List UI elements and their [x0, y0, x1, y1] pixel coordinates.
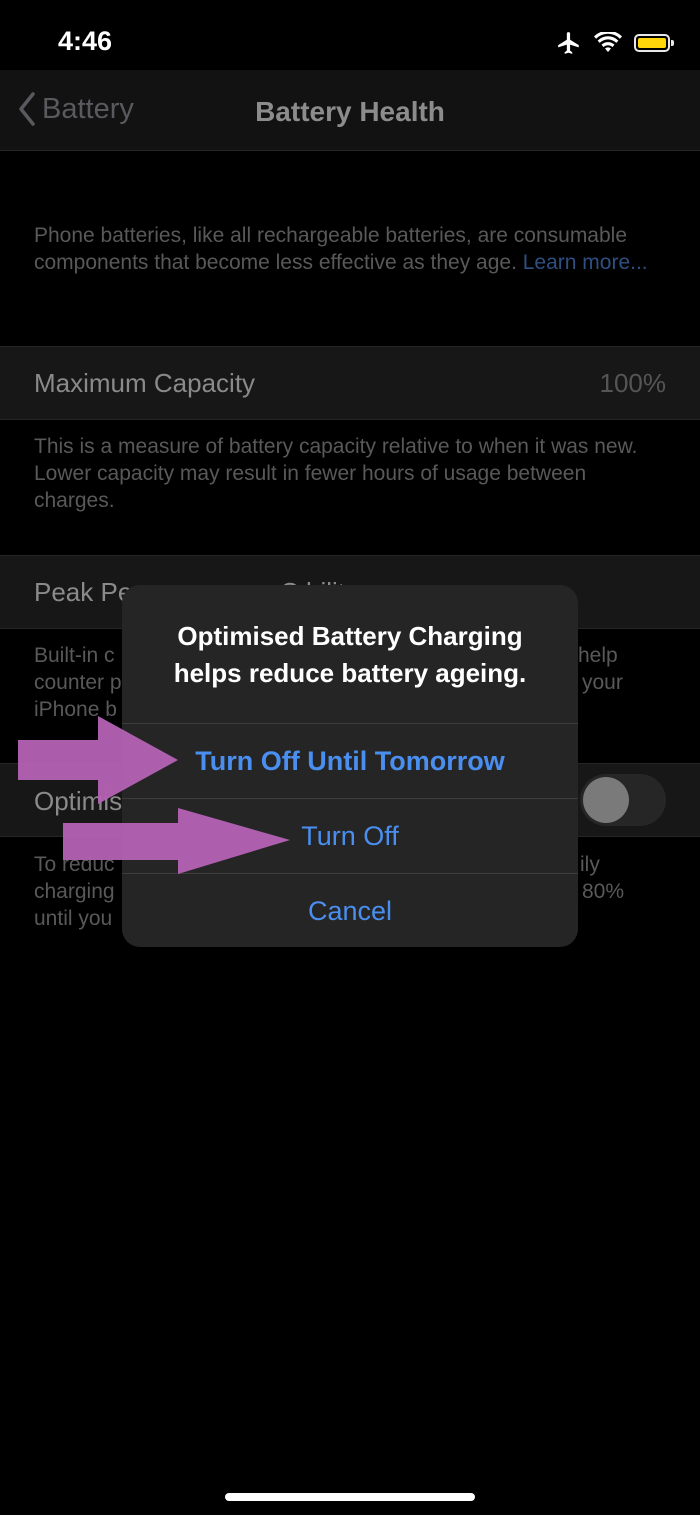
arrow-icon-2 — [63, 808, 290, 874]
arrow-icon-1 — [18, 716, 178, 804]
home-indicator — [225, 1493, 475, 1501]
annotation-overlay — [18, 716, 290, 874]
